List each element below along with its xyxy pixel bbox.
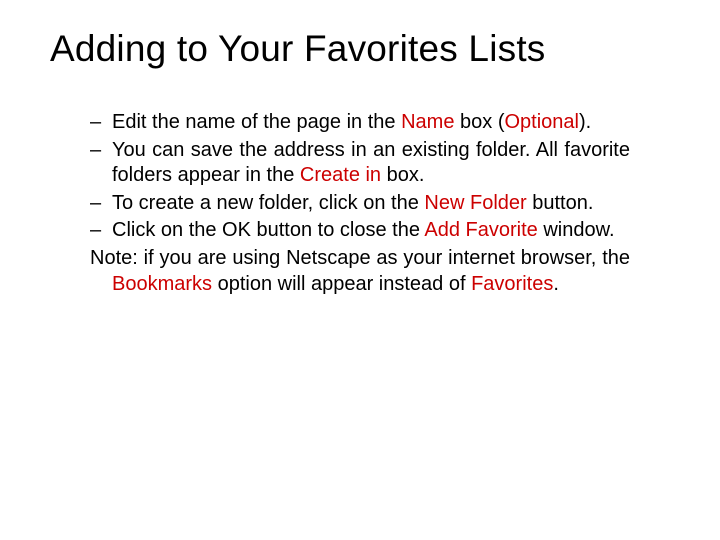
- highlight-text: Favorites: [471, 273, 553, 295]
- highlight-text: Create in: [300, 164, 381, 186]
- text-run: Click on the OK button to close the: [112, 219, 424, 241]
- text-run: option will appear instead of: [212, 273, 471, 295]
- text-run: window.: [538, 219, 615, 241]
- bullet-text: Edit the name of the page in the Name bo…: [112, 110, 630, 136]
- bullet-dash: –: [90, 110, 112, 136]
- list-item: – Click on the OK button to close the Ad…: [90, 218, 630, 244]
- text-run: box.: [381, 164, 424, 186]
- slide-title: Adding to Your Favorites Lists: [50, 28, 670, 70]
- bullet-dash: –: [90, 138, 112, 189]
- note-text: Note: if you are using Netscape as your …: [90, 246, 630, 297]
- bullet-text: You can save the address in an existing …: [112, 138, 630, 189]
- bullet-dash: –: [90, 218, 112, 244]
- list-item: – To create a new folder, click on the N…: [90, 191, 630, 217]
- highlight-text: New Folder: [424, 192, 526, 214]
- highlight-text: Bookmarks: [112, 273, 212, 295]
- text-run: To create a new folder, click on the: [112, 192, 424, 214]
- slide-body: – Edit the name of the page in the Name …: [50, 110, 670, 297]
- highlight-text: Add Favorite: [424, 219, 537, 241]
- text-run: button.: [527, 192, 594, 214]
- text-run: .: [553, 273, 559, 295]
- list-item: – Edit the name of the page in the Name …: [90, 110, 630, 136]
- highlight-text: Name: [401, 111, 454, 133]
- bullet-text: Click on the OK button to close the Add …: [112, 218, 630, 244]
- slide: Adding to Your Favorites Lists – Edit th…: [0, 0, 720, 540]
- list-item: – You can save the address in an existin…: [90, 138, 630, 189]
- text-run: Edit the name of the page in the: [112, 111, 401, 133]
- text-run: ).: [579, 111, 591, 133]
- text-run: box (: [454, 111, 504, 133]
- text-run: Note: if you are using Netscape as your …: [90, 247, 630, 269]
- highlight-text: Optional: [504, 111, 579, 133]
- bullet-dash: –: [90, 191, 112, 217]
- bullet-text: To create a new folder, click on the New…: [112, 191, 630, 217]
